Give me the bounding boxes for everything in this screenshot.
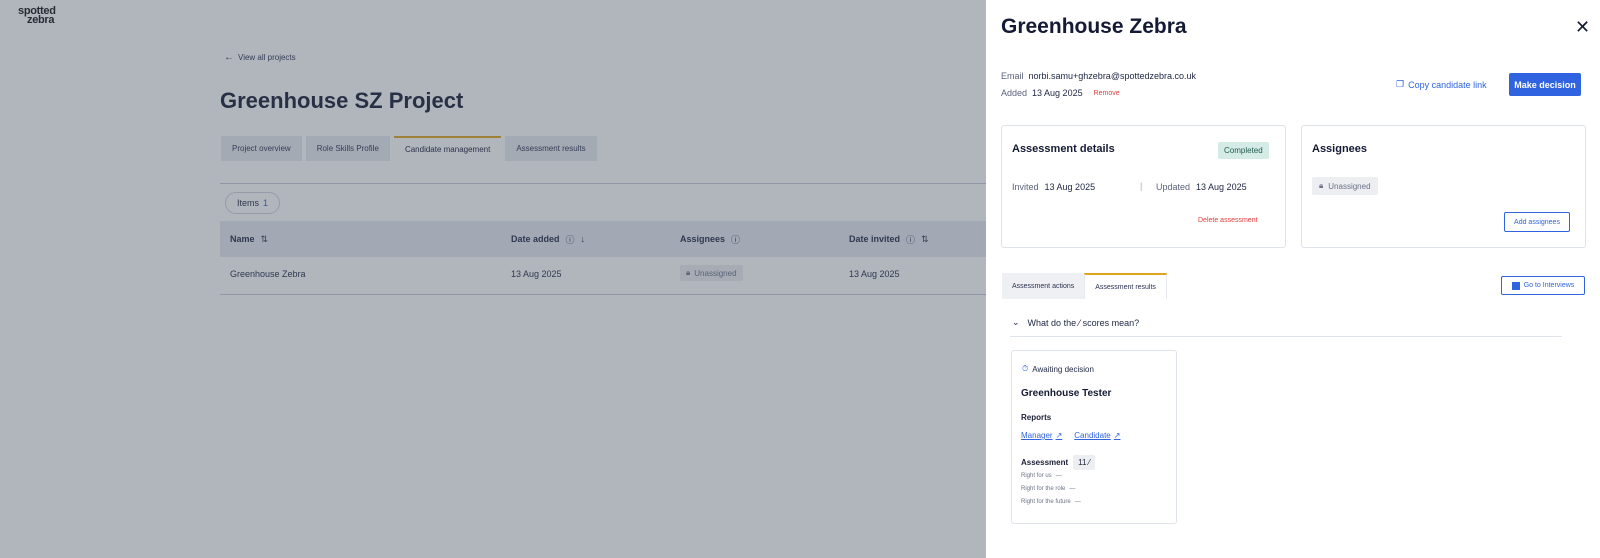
lock-icon: 🔒︎ bbox=[1319, 181, 1324, 190]
assessment-details-card: Assessment details Completed Invited 13 … bbox=[1001, 125, 1286, 248]
drawer-title: Greenhouse Zebra bbox=[1001, 15, 1187, 38]
make-decision-button[interactable]: Make decision bbox=[1509, 73, 1581, 96]
score-row: Right for the role — bbox=[1021, 486, 1076, 492]
updated-date: Updated 13 Aug 2025 bbox=[1156, 182, 1247, 192]
external-link-icon: ↗ bbox=[1113, 431, 1121, 440]
delete-assessment-button[interactable]: Delete assessment bbox=[1198, 217, 1258, 224]
copy-candidate-link-button[interactable]: ❐ Copy candidate link bbox=[1396, 79, 1487, 90]
report-links: Manager ↗ Candidate ↗ bbox=[1021, 431, 1120, 440]
score-row: Right for us — bbox=[1021, 473, 1062, 479]
manager-report-link[interactable]: Manager ↗ bbox=[1021, 431, 1062, 440]
tab-assessment-results[interactable]: Assessment results bbox=[1084, 273, 1167, 299]
status-badge: Completed bbox=[1218, 142, 1269, 159]
invited-date: Invited 13 Aug 2025 bbox=[1012, 182, 1096, 192]
assessment-result-card: ⏱ Awaiting decision Greenhouse Tester Re… bbox=[1011, 350, 1177, 524]
add-assignees-button[interactable]: Add assignees bbox=[1504, 212, 1570, 232]
tab-assessment-actions[interactable]: Assessment actions bbox=[1002, 273, 1085, 299]
scores-faq-toggle[interactable]: ⌄ What do the ⁄ scores mean? bbox=[1012, 317, 1139, 328]
separator: | bbox=[1140, 181, 1143, 191]
added-meta: Added 13 Aug 2025 Remove bbox=[1001, 88, 1120, 98]
copy-icon: ❐ bbox=[1396, 79, 1405, 89]
divider bbox=[1010, 336, 1562, 337]
score-badge: 11 ⁄ bbox=[1073, 455, 1096, 470]
remove-button[interactable]: Remove bbox=[1094, 90, 1120, 97]
result-card-title: Greenhouse Tester bbox=[1021, 388, 1112, 399]
assignees-card: Assignees 🔒︎ Unassigned Add assignees bbox=[1301, 125, 1586, 248]
external-link-icon: ↗ bbox=[1055, 431, 1063, 440]
candidate-email: norbi.samu+ghzebra@spottedzebra.co.uk bbox=[1028, 71, 1196, 81]
assessment-score: Assessment 11 ⁄ bbox=[1021, 455, 1096, 470]
timer-icon: ⏱ bbox=[1022, 364, 1029, 373]
interviews-icon bbox=[1511, 281, 1520, 290]
candidate-report-link[interactable]: Candidate ↗ bbox=[1074, 431, 1120, 440]
chevron-down-icon: ⌄ bbox=[1012, 317, 1020, 327]
modal-backdrop[interactable] bbox=[0, 0, 986, 558]
added-date: 13 Aug 2025 bbox=[1032, 88, 1083, 98]
go-to-interviews-button[interactable]: Go to Interviews bbox=[1501, 276, 1585, 295]
candidate-drawer: Greenhouse Zebra ✕ Email norbi.samu+ghze… bbox=[986, 0, 1600, 558]
email-meta: Email norbi.samu+ghzebra@spottedzebra.co… bbox=[1001, 71, 1196, 81]
reports-label: Reports bbox=[1021, 413, 1052, 422]
close-icon[interactable]: ✕ bbox=[1575, 18, 1590, 36]
unassigned-badge: 🔒︎ Unassigned bbox=[1312, 177, 1378, 195]
awaiting-decision-status: ⏱ Awaiting decision bbox=[1022, 364, 1094, 374]
score-row: Right for the future — bbox=[1021, 499, 1081, 505]
assessment-sub-tabs: Assessment actions Assessment results bbox=[1002, 273, 1167, 299]
